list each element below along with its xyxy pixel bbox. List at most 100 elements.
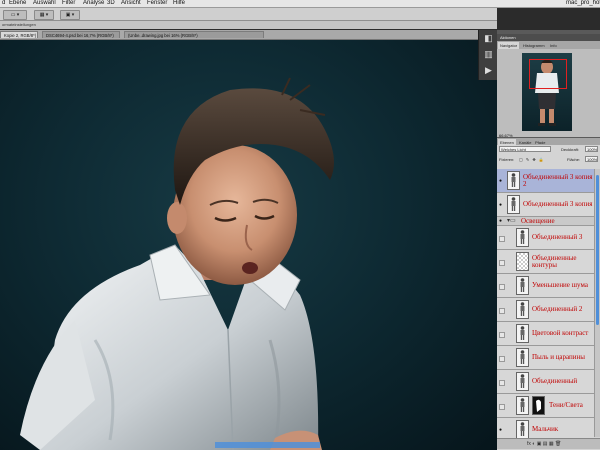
hidden-eye-icon — [499, 331, 505, 338]
layer-row[interactable]: Уменьшение шума — [497, 274, 594, 298]
document-tab-active[interactable]: Kopie 2, RGB/8*) — [0, 31, 38, 38]
visibility-toggle[interactable] — [498, 394, 505, 417]
layer-thumbnail[interactable] — [516, 228, 529, 247]
hidden-eye-icon — [499, 403, 505, 410]
actions-icon[interactable]: ▶ — [482, 64, 495, 77]
menu-item-auswahl[interactable]: Auswahl — [33, 0, 56, 7]
hidden-eye-icon — [499, 379, 505, 386]
panel-title-bar: Aktionen — [497, 34, 600, 41]
photo-boy — [20, 77, 334, 450]
menu-item-3d[interactable]: 3D — [107, 0, 115, 7]
fill-label: Fläche: — [567, 157, 581, 162]
visibility-toggle[interactable] — [498, 250, 505, 273]
tab-navigator[interactable]: Navigator — [498, 42, 520, 49]
layer-thumbnail[interactable] — [516, 300, 529, 319]
layer-thumbnail[interactable] — [516, 252, 529, 271]
opacity-field[interactable]: 100% — [585, 146, 598, 152]
layer-row[interactable]: Пыль и царапины — [497, 346, 594, 370]
visibility-toggle[interactable]: ● — [498, 217, 505, 225]
lock-icons[interactable]: ▢ ✎ ✥ 🔒 — [519, 155, 545, 164]
layer-thumbnail[interactable] — [516, 276, 529, 295]
layers-panel: Ebenen Kanäle Pfade Weiches Licht Deckkr… — [497, 138, 600, 450]
layer-thumbnail[interactable] — [516, 396, 529, 415]
layer-name: Уменьшение шума — [532, 281, 588, 289]
layers-scrollbar-thumb[interactable] — [596, 175, 599, 325]
visibility-toggle[interactable] — [498, 274, 505, 297]
layer-thumbnail-figure — [520, 278, 525, 292]
layer-row[interactable]: Цветовой контраст — [497, 322, 594, 346]
document-tab[interactable]: DSC4694-4.psd bei 16,7% (RGB/8*) — [42, 31, 120, 38]
layer-thumbnail[interactable] — [516, 420, 529, 439]
eye-icon: ● — [499, 426, 503, 433]
layer-thumbnail[interactable] — [516, 324, 529, 343]
folder-icon[interactable]: ▾▭ — [507, 218, 516, 225]
layer-row[interactable]: Тени/Света — [497, 394, 594, 418]
layer-name: Объединенные контуры — [532, 253, 577, 269]
panel-dock: Aktionen Navigator Histogramm Info 66,67… — [497, 30, 600, 450]
tab-info[interactable]: Info — [548, 42, 559, 49]
layer-row[interactable]: Объединенный — [497, 370, 594, 394]
menu-item-file-partial[interactable]: d — [2, 0, 5, 7]
visibility-toggle[interactable] — [498, 226, 505, 249]
visibility-toggle[interactable] — [498, 322, 505, 345]
layer-thumbnail-figure — [520, 302, 525, 316]
layer-thumbnail[interactable] — [507, 171, 520, 190]
collapsed-panel-strip: ◧ ▥ ▶ — [478, 30, 498, 80]
arrange-button[interactable]: ▦ ▾ — [34, 10, 54, 20]
lock-row: Fixieren: ▢ ✎ ✥ 🔒 Fläche: 100% — [497, 155, 600, 164]
layer-mask-thumbnail[interactable] — [532, 396, 545, 415]
layer-thumbnail[interactable] — [516, 348, 529, 367]
document-tab[interactable]: (Unbe..drawing.jpg bei 16% (RGB/8*) — [124, 31, 264, 38]
layer-row[interactable]: Объединенные контуры — [497, 250, 594, 274]
menu-item-fenster[interactable]: Fenster — [147, 0, 167, 7]
layer-thumbnail-figure — [520, 374, 525, 388]
layer-thumbnail[interactable] — [516, 372, 529, 391]
layers-panel-tabs: Ebenen Kanäle Pfade — [497, 138, 600, 146]
document-canvas[interactable] — [0, 40, 497, 450]
blend-row: Weiches Licht Deckkraft: 100% — [497, 145, 600, 154]
layer-row[interactable]: Объединенный 3 — [497, 226, 594, 250]
visibility-toggle[interactable] — [498, 346, 505, 369]
layer-name: Объединенный — [532, 377, 578, 385]
navigator-view-box[interactable] — [529, 59, 567, 89]
layers-scrollbar[interactable] — [594, 169, 600, 437]
visibility-toggle[interactable]: ● — [498, 193, 505, 216]
layer-thumbnail-figure — [520, 326, 525, 340]
eye-icon: ● — [499, 218, 503, 224]
menu-item-filter[interactable]: Filter — [62, 0, 75, 7]
layer-thumbnail[interactable] — [507, 195, 520, 214]
layer-thumbnail-figure — [520, 230, 525, 244]
layer-name: Тени/Света — [549, 401, 583, 409]
navigator-tabs: Navigator Histogramm Info — [497, 41, 600, 49]
visibility-toggle[interactable] — [498, 298, 505, 321]
layer-name: Цветовой контраст — [532, 329, 589, 337]
layer-row[interactable]: ● Объединенный 3 копия 2 — [497, 169, 594, 193]
menu-item-hilfe[interactable]: Hilfe — [173, 0, 185, 7]
menu-item-analyse[interactable]: Analyse — [83, 0, 104, 7]
visibility-toggle[interactable] — [498, 370, 505, 393]
layer-thumbnail-figure — [520, 398, 525, 412]
layer-thumbnail-figure — [511, 173, 516, 187]
hidden-eye-icon — [499, 235, 505, 242]
layer-name: Объединенный 3 — [532, 233, 583, 241]
layer-comps-icon[interactable]: ▥ — [482, 48, 495, 61]
adjustments-icon[interactable]: ◧ — [482, 32, 495, 45]
layer-mask-figure — [536, 399, 541, 412]
tool-preset-button[interactable]: ▭ ▾ — [3, 10, 27, 20]
visibility-toggle[interactable]: ● — [498, 169, 505, 192]
screen-mode-button[interactable]: ▣ ▾ — [60, 10, 80, 20]
blend-mode-select[interactable]: Weiches Licht — [499, 146, 551, 152]
layers-footer-buttons[interactable]: fx ◐ ▣ ▤ ▦ 🗑 — [527, 439, 561, 449]
options-context-strip: ormateinstellungen — [0, 21, 497, 29]
fill-field[interactable]: 100% — [585, 156, 598, 162]
layer-row[interactable]: Объединенный 2 — [497, 298, 594, 322]
navigator-preview[interactable] — [522, 53, 572, 131]
layer-name: Освещение — [521, 216, 555, 225]
menu-item-ebene[interactable]: Ebene — [9, 0, 26, 7]
workspace-label[interactable]: mac_pro_hot — [566, 0, 600, 7]
layer-group-row[interactable]: ● ▾▭ Освещение — [497, 217, 594, 226]
layer-row[interactable]: ● Объединенный 3 копия — [497, 193, 594, 217]
navigator-panel: Aktionen Navigator Histogramm Info 66,67… — [497, 34, 600, 138]
tab-histogram[interactable]: Histogramm — [521, 42, 547, 49]
menu-item-ansicht[interactable]: Ansicht — [121, 0, 141, 7]
